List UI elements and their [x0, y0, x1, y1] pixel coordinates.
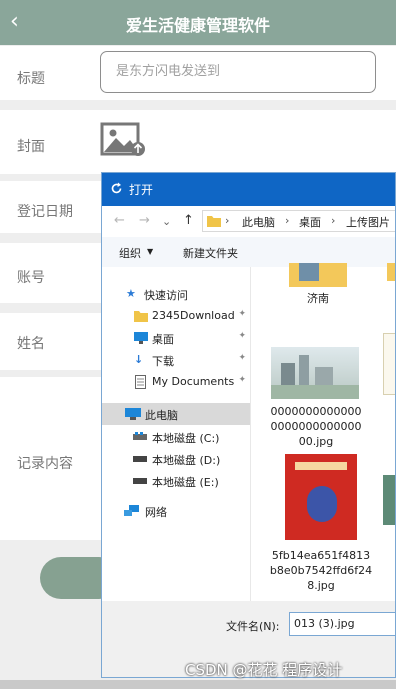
organize-button[interactable]: 组织 [119, 245, 141, 261]
nav-item-drive-c[interactable]: 本地磁盘 (C:) [102, 426, 250, 448]
folder-icon [134, 311, 148, 322]
star-icon: ★ [126, 287, 136, 300]
caret-down-icon[interactable]: ▼ [147, 247, 153, 256]
image-thumbnail[interactable] [383, 475, 395, 525]
breadcrumb-separator: › [331, 214, 336, 227]
cover-row: 封面 [0, 110, 396, 174]
computer-icon [125, 408, 141, 420]
image-upload-icon[interactable] [100, 122, 145, 157]
address-bar: ← → ⌄ ↑ › 此电脑 › 桌面 › 上传图片 [102, 206, 395, 236]
pin-icon[interactable]: ✦ [238, 375, 246, 385]
arrow-right-icon[interactable]: → [139, 213, 150, 228]
drive-icon [133, 432, 147, 440]
breadcrumb-item[interactable]: 此电脑 [242, 214, 275, 230]
nav-item-label: 此电脑 [145, 409, 178, 422]
chevron-down-icon[interactable]: ⌄ [162, 215, 171, 228]
nav-item-my-documents[interactable]: My Documents ✦ [102, 371, 250, 393]
account-label: 账号 [17, 270, 45, 286]
file-list: 济南 0000000000000000000000000000.jpg 5fb1… [251, 263, 395, 601]
pin-icon[interactable]: ✦ [238, 309, 246, 319]
folder-icon[interactable] [289, 263, 347, 287]
content-label: 记录内容 [17, 456, 73, 472]
nav-item-label: 2345Download [152, 309, 235, 322]
nav-item-this-pc[interactable]: 此电脑 [102, 403, 250, 425]
arrow-left-icon[interactable]: ← [114, 213, 125, 228]
name-label: 姓名 [17, 336, 45, 352]
app-header: ‹ 爱生活健康管理软件 [0, 0, 396, 45]
desktop-icon [134, 332, 148, 344]
image-thumbnail[interactable] [383, 333, 395, 395]
drive-icon [133, 478, 147, 484]
nav-item-label: 本地磁盘 (C:) [152, 432, 220, 445]
file-name[interactable]: 0000000000000000000000000000.jpg [269, 404, 363, 449]
nav-item-downloads[interactable]: ↓ 下载 ✦ [102, 349, 250, 371]
dialog-title: 打开 [129, 183, 154, 197]
nav-item-label: 网络 [145, 506, 167, 519]
cover-label: 封面 [17, 139, 45, 155]
drive-icon [133, 456, 147, 462]
nav-item-quick-access[interactable]: ★ 快速访问 [102, 283, 250, 305]
nav-item-label: 本地磁盘 (D:) [152, 454, 221, 467]
breadcrumb-item[interactable]: 桌面 [299, 214, 321, 230]
arrow-up-icon[interactable]: ↑ [183, 213, 194, 228]
network-icon [124, 505, 139, 516]
image-thumbnail[interactable] [271, 347, 359, 399]
folder-icon[interactable] [387, 263, 396, 281]
nav-item-drive-d[interactable]: 本地磁盘 (D:) [102, 448, 250, 470]
date-label: 登记日期 [17, 204, 73, 220]
download-icon: ↓ [134, 353, 144, 366]
nav-item-desktop[interactable]: 桌面 ✦ [102, 327, 250, 349]
nav-item-label: 本地磁盘 (E:) [152, 476, 219, 489]
document-icon [135, 375, 146, 389]
nav-item-drive-e[interactable]: 本地磁盘 (E:) [102, 470, 250, 492]
breadcrumb-separator: › [285, 214, 290, 227]
nav-item-label: 快速访问 [144, 289, 188, 302]
file-open-dialog: 打开 ← → ⌄ ↑ › 此电脑 › 桌面 › 上传图片 组织 ▼ 新建文件夹 … [101, 172, 396, 678]
nav-item-network[interactable]: 网络 [102, 500, 250, 522]
nav-item-label: 桌面 [152, 333, 174, 346]
breadcrumb-separator: › [225, 214, 230, 227]
title-input[interactable]: 是东方闪电发送到 [100, 51, 376, 93]
dialog-titlebar[interactable]: 打开 [102, 173, 395, 206]
bottom-bar [0, 680, 396, 689]
new-folder-button[interactable]: 新建文件夹 [183, 245, 238, 261]
nav-item-2345download[interactable]: 2345Download ✦ [102, 305, 250, 327]
pin-icon[interactable]: ✦ [238, 331, 246, 341]
navigation-pane: ★ 快速访问 2345Download ✦ 桌面 ✦ ↓ 下载 ✦ My Doc… [102, 267, 250, 601]
watermark: CSDN @花花 程序设计 [185, 661, 343, 679]
nav-item-label: My Documents [152, 375, 235, 388]
title-label: 标题 [17, 71, 45, 87]
filename-label: 文件名(N): [226, 620, 280, 633]
folder-icon [207, 216, 221, 227]
filename-input[interactable]: 013 (3).jpg [289, 612, 395, 636]
dialog-toolbar: 组织 ▼ 新建文件夹 [102, 237, 395, 268]
file-name[interactable]: 5fb14ea651f4813b8e0b7542ffd6f248.jpg [269, 548, 373, 593]
path-breadcrumb[interactable]: › 此电脑 › 桌面 › 上传图片 [202, 210, 395, 232]
refresh-icon [111, 182, 122, 194]
pin-icon[interactable]: ✦ [238, 353, 246, 363]
image-thumbnail[interactable] [285, 454, 357, 540]
file-name[interactable]: 济南 [289, 291, 347, 306]
breadcrumb-item[interactable]: 上传图片 [346, 214, 390, 230]
nav-item-label: 下载 [152, 355, 174, 368]
page-title: 爱生活健康管理软件 [125, 16, 270, 35]
